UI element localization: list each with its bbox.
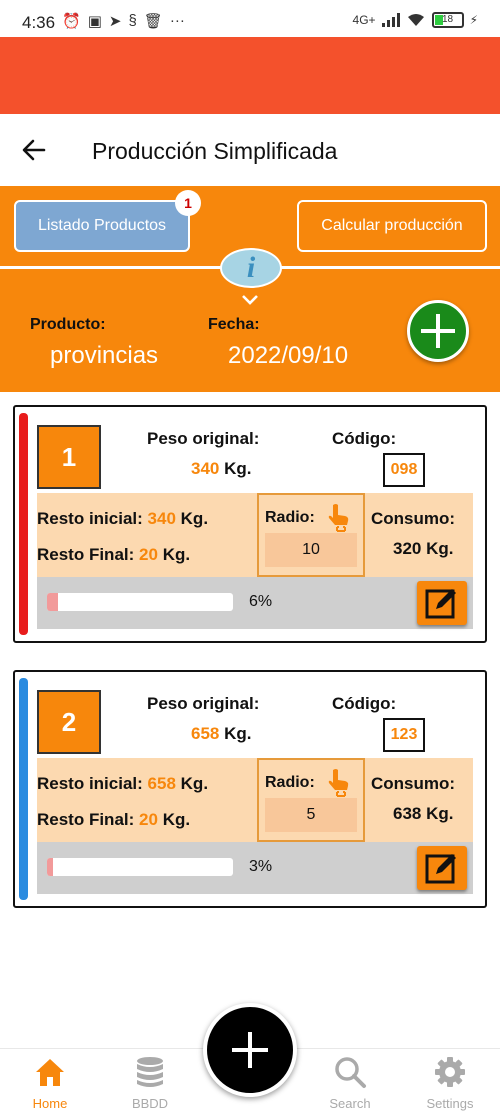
network-type: 4G+: [352, 13, 376, 27]
peso-original-label: Peso original:: [147, 694, 260, 713]
production-card: 2 Peso original: 658 Kg. Código: 123 Res…: [13, 670, 487, 908]
card-progress-row: 6%: [37, 577, 473, 629]
card-progress-row: 3%: [37, 842, 473, 894]
nav-bbdd-label: BBDD: [131, 1096, 169, 1111]
progress-fill: [47, 858, 53, 876]
notification-icons: ⏰ ▣ ➤ § 🗑 ···: [62, 12, 185, 30]
nav-home-label: Home: [32, 1096, 68, 1111]
progress-text: 3%: [249, 858, 273, 875]
consumo-value: 320 Kg.: [393, 539, 454, 558]
tap-hand-icon: [328, 769, 349, 797]
gear-icon: [435, 1057, 465, 1087]
peso-original-value: 658 Kg.: [191, 724, 252, 743]
edit-button[interactable]: [417, 846, 467, 890]
card-number: 1: [37, 425, 101, 489]
nav-settings[interactable]: Settings: [410, 1055, 490, 1111]
calcular-produccion-button[interactable]: Calcular producción: [297, 200, 487, 252]
radio-box[interactable]: Radio: 5: [257, 758, 365, 842]
nav-settings-label: Settings: [426, 1096, 474, 1111]
edit-icon: [425, 854, 456, 884]
home-icon: [36, 1059, 64, 1086]
fecha-value: 2022/09/10: [228, 342, 349, 369]
trash-icon: 🗑: [143, 13, 163, 30]
nfc-icon: ▣: [87, 13, 102, 30]
nav-home[interactable]: Home: [10, 1055, 90, 1111]
codigo-value: 123: [383, 718, 425, 752]
app-header: Producción Simplificada: [0, 114, 500, 186]
card-stripe: [19, 678, 28, 900]
resto-final: Resto Final: 20 Kg.: [37, 545, 191, 564]
codigo-label: Código:: [332, 694, 397, 713]
producto-value: provincias: [50, 342, 159, 369]
nav-search[interactable]: Search: [310, 1055, 390, 1111]
codigo-label: Código:: [332, 429, 397, 448]
info-icon[interactable]: i: [220, 248, 282, 288]
resto-final: Resto Final: 20 Kg.: [37, 810, 191, 829]
database-icon: [137, 1057, 163, 1087]
page-title: Producción Simplificada: [92, 138, 338, 164]
fecha-label: Fecha:: [208, 316, 260, 333]
nav-bbdd[interactable]: BBDD: [110, 1055, 190, 1111]
progress-fill: [47, 593, 59, 611]
battery-icon: 18: [431, 12, 464, 28]
card-stripe: [19, 413, 28, 635]
edit-button[interactable]: [417, 581, 467, 625]
peso-original-label: Peso original:: [147, 429, 260, 448]
card-details: Resto inicial: 658 Kg. Resto Final: 20 K…: [37, 758, 473, 842]
radio-label: Radio:: [265, 774, 315, 791]
tap-hand-icon: [328, 504, 349, 532]
card-details: Resto inicial: 340 Kg. Resto Final: 20 K…: [37, 493, 473, 577]
listado-productos-button[interactable]: Listado Productos: [14, 200, 190, 252]
status-time: 4:36: [22, 13, 56, 32]
radio-box[interactable]: Radio: 10: [257, 493, 365, 577]
alarm-icon: ⏰: [62, 13, 81, 30]
resto-inicial: Resto inicial: 658 Kg.: [37, 774, 209, 793]
progress-bar: [47, 858, 233, 876]
progress-bar: [47, 593, 233, 611]
top-banner: [0, 37, 500, 114]
charging-icon: ⚡: [469, 13, 478, 27]
peso-original-value: 340 Kg.: [191, 459, 252, 478]
add-product-button[interactable]: [407, 300, 469, 362]
radio-label: Radio:: [265, 509, 315, 526]
chevron-down-icon[interactable]: [241, 294, 259, 306]
summary-panel: Listado Productos 1 Calcular producción …: [0, 186, 500, 392]
consumo-label: Consumo:: [371, 509, 456, 528]
radio-input[interactable]: 10: [265, 533, 357, 567]
resto-inicial: Resto inicial: 340 Kg.: [37, 509, 209, 528]
producto-label: Producto:: [30, 316, 106, 333]
status-bar: 4:36 ⏰ ▣ ➤ § 🗑 ··· 4G+ 18 ⚡: [0, 0, 500, 40]
sim-icon: §: [128, 12, 137, 29]
consumo-label: Consumo:: [371, 774, 456, 793]
card-number: 2: [37, 690, 101, 754]
edit-icon: [425, 589, 456, 619]
listado-badge: 1: [175, 190, 201, 216]
codigo-value: 098: [383, 453, 425, 487]
signal-icon: [381, 13, 400, 27]
wifi-icon: [407, 14, 424, 26]
more-icon: ···: [169, 12, 185, 29]
add-fab-button[interactable]: [203, 1003, 297, 1097]
production-card: 1 Peso original: 340 Kg. Código: 098 Res…: [13, 405, 487, 643]
telegram-icon: ➤: [108, 13, 122, 30]
progress-text: 6%: [249, 593, 273, 610]
consumo-value: 638 Kg.: [393, 804, 454, 823]
search-icon: [335, 1057, 366, 1088]
nav-search-label: Search: [329, 1096, 371, 1111]
system-icons: 4G+ 18 ⚡: [353, 12, 478, 28]
back-arrow-icon[interactable]: [20, 136, 48, 164]
radio-input[interactable]: 5: [265, 798, 357, 832]
